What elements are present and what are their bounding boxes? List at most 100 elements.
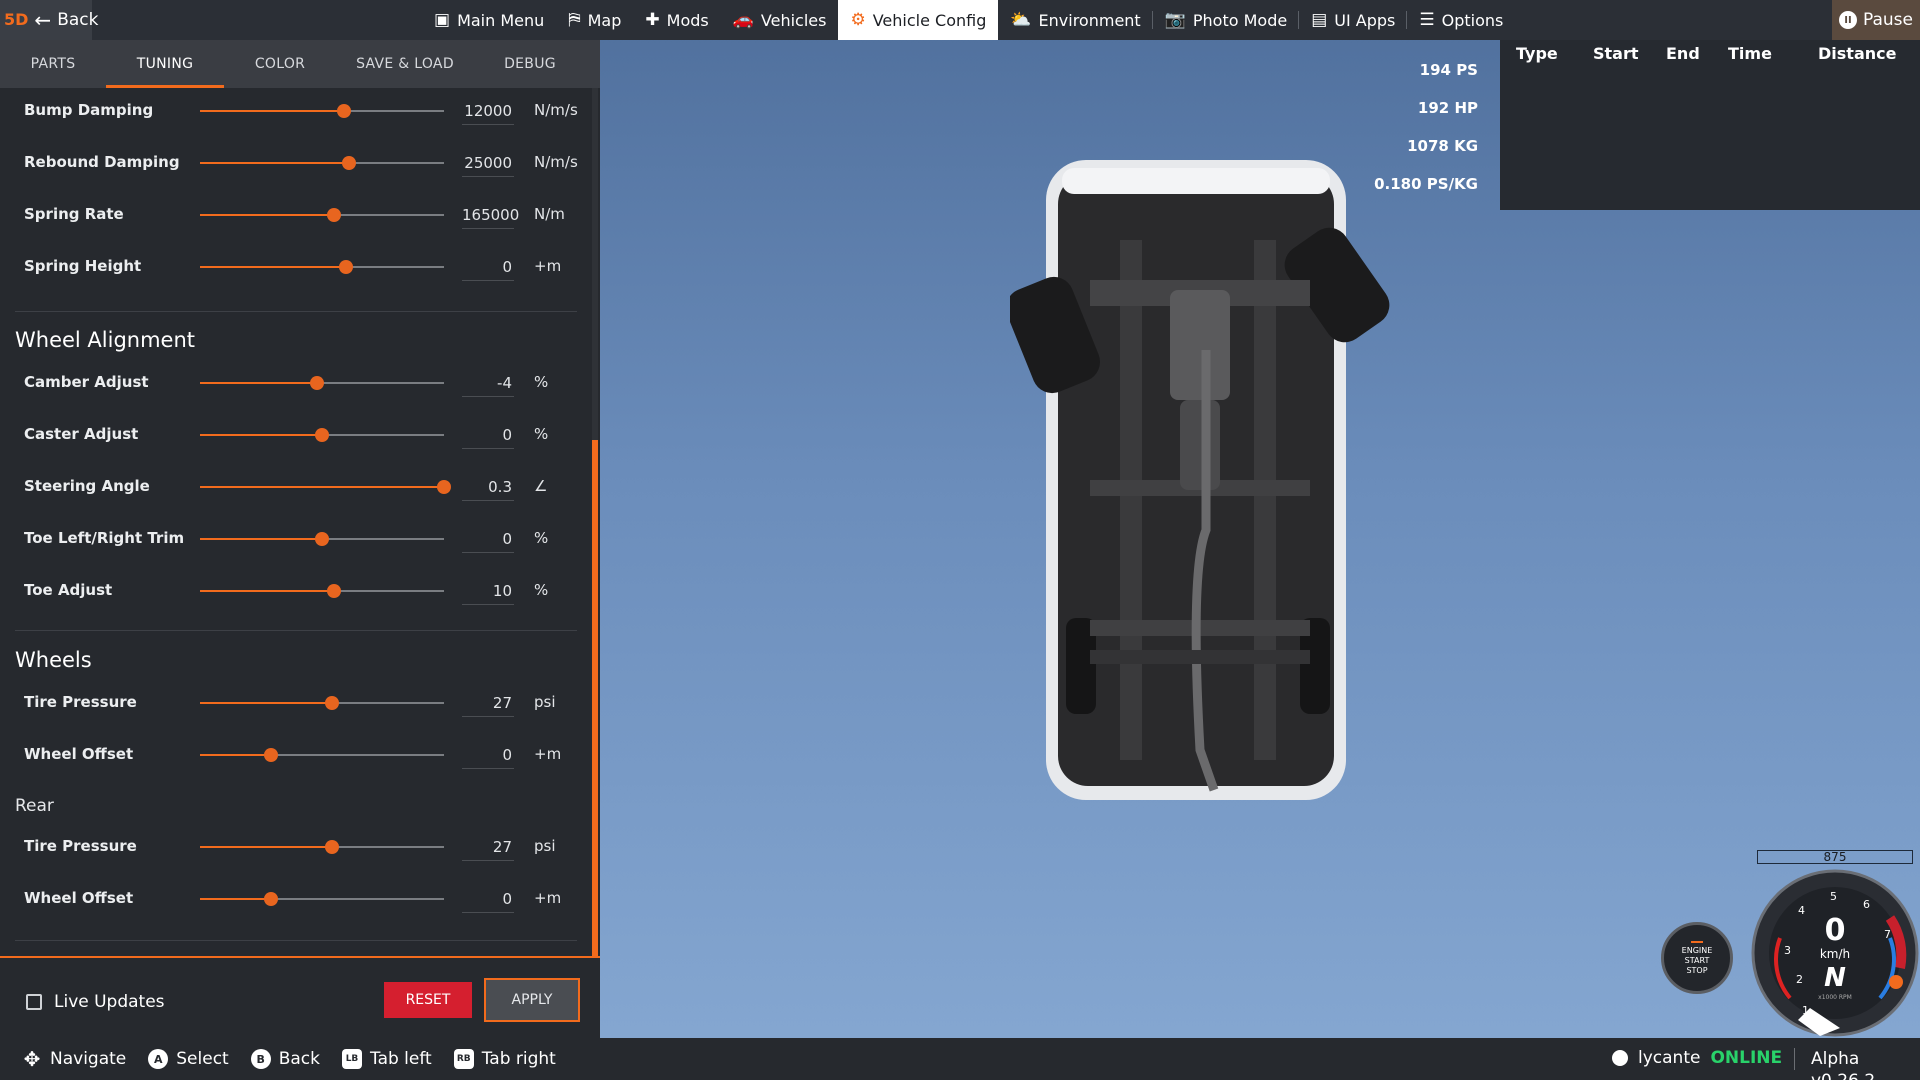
menu-map[interactable]: ⛿ Map <box>556 0 633 40</box>
pause-label: Pause <box>1863 10 1913 30</box>
slider-value-input[interactable]: 27 <box>462 833 514 861</box>
menu-environment[interactable]: ⛅ Environment <box>998 0 1154 40</box>
slider-value-input[interactable]: -4 <box>462 369 514 397</box>
reset-button[interactable]: RESET <box>384 982 472 1018</box>
hint-tab-left: LB Tab left <box>342 1049 432 1069</box>
slider-fill <box>200 702 332 704</box>
start-stop-text: STOP <box>1686 965 1708 975</box>
slider-handle[interactable] <box>336 104 351 118</box>
menu-label: Map <box>587 10 622 30</box>
slider-label: Rebound Damping <box>24 153 180 171</box>
slider-row: Spring Rate 165000 N/m <box>0 195 590 235</box>
col-end: End <box>1666 44 1700 63</box>
col-type: Type <box>1516 44 1558 63</box>
slider-value-input[interactable]: 0.3 <box>462 473 514 501</box>
slider-handle[interactable] <box>310 376 325 390</box>
gauge-tick: 2 <box>1796 973 1803 986</box>
slider-value-input[interactable]: 10 <box>462 577 514 605</box>
slider-label: Spring Rate <box>24 205 124 223</box>
slider-unit: +m <box>534 889 562 907</box>
slider-handle[interactable] <box>341 156 356 170</box>
slider-value-input[interactable]: 0 <box>462 885 514 913</box>
hint-back: B Back <box>250 1049 320 1069</box>
slider-track[interactable] <box>200 584 444 598</box>
menu-options[interactable]: ☰ Options <box>1407 0 1515 40</box>
slider-fill <box>200 434 322 436</box>
menu-photo-mode[interactable]: 📷 Photo Mode <box>1153 0 1300 40</box>
menu-vehicles[interactable]: 🚗 Vehicles <box>721 0 839 40</box>
menu-label: Vehicle Config <box>872 10 987 30</box>
menu-ui-apps[interactable]: ▤ UI Apps <box>1299 0 1408 40</box>
menu-mods[interactable]: ✚ Mods <box>633 0 720 40</box>
slider-track[interactable] <box>200 480 451 494</box>
slider-handle[interactable] <box>315 532 329 546</box>
hint-tab-right: RB Tab right <box>453 1049 556 1069</box>
stat-weight: 1078 KG <box>1407 137 1478 155</box>
slider-handle[interactable] <box>327 208 342 222</box>
hint-select: A Select <box>148 1049 229 1069</box>
hint-label: Back <box>278 1049 320 1069</box>
slider-handle[interactable] <box>327 584 342 598</box>
apply-button[interactable]: APPLY <box>484 978 580 1022</box>
slider-value-input[interactable]: 165000 <box>462 201 519 229</box>
slider-track[interactable] <box>200 840 444 854</box>
slider-track[interactable] <box>200 156 444 170</box>
slider-value-input[interactable]: 0 <box>462 253 514 281</box>
slider-handle[interactable] <box>315 428 329 442</box>
slider-fill <box>200 538 322 540</box>
slider-value-input[interactable]: 25000 <box>462 149 514 177</box>
lb-button-icon: LB <box>342 1049 362 1069</box>
slider-handle[interactable] <box>339 260 354 274</box>
slider-track[interactable] <box>200 532 444 546</box>
slider-fill <box>200 898 271 900</box>
slider-label: Caster Adjust <box>24 425 139 443</box>
slider-track[interactable] <box>200 892 444 906</box>
parking-brake-icon <box>1889 975 1903 989</box>
dpad-icon: ✥ <box>23 1047 41 1071</box>
slider-value-input[interactable]: 0 <box>462 741 514 769</box>
slider-value-input[interactable]: 0 <box>462 525 514 553</box>
slider-unit: % <box>534 373 549 391</box>
slider-handle[interactable] <box>324 840 339 854</box>
rpm-readout: 875 <box>1757 850 1913 864</box>
rpm-scale-label: x1000 RPM <box>1818 994 1852 1001</box>
live-updates-toggle[interactable]: Live Updates <box>26 992 165 1012</box>
tab-save-load[interactable]: SAVE & LOAD <box>336 40 474 88</box>
tab-debug[interactable]: DEBUG <box>474 40 586 88</box>
slider-handle[interactable] <box>263 892 278 906</box>
slider-handle[interactable] <box>324 696 339 710</box>
map-icon: ⛿ <box>568 10 581 30</box>
vehicle-stats: 194 PS 192 HP 1078 KG 0.180 PS/KG <box>1374 58 1478 210</box>
menu-main-menu[interactable]: ▣ Main Menu <box>422 0 556 40</box>
back-button[interactable]: 5D ← Back <box>0 0 98 40</box>
slider-track[interactable] <box>200 104 444 118</box>
slider-track[interactable] <box>200 428 444 442</box>
tab-parts[interactable]: PARTS <box>0 40 106 88</box>
live-updates-checkbox[interactable] <box>26 994 42 1010</box>
menu-vehicle-config[interactable]: ⚙ Vehicle Config <box>838 0 999 40</box>
slider-value-input[interactable]: 0 <box>462 421 514 449</box>
slider-track[interactable] <box>200 696 444 710</box>
gauge-tick: 6 <box>1863 898 1870 911</box>
slider-track[interactable] <box>200 376 444 390</box>
slider-handle[interactable] <box>437 480 451 494</box>
slider-track[interactable] <box>200 748 444 762</box>
slider-track[interactable] <box>200 260 444 274</box>
scrollbar-thumb[interactable] <box>592 440 598 996</box>
speed-value: 0 <box>1825 913 1846 948</box>
tab-color[interactable]: COLOR <box>224 40 336 88</box>
col-start: Start <box>1593 44 1639 63</box>
slider-value-input[interactable]: 27 <box>462 689 514 717</box>
slider-handle[interactable] <box>263 748 278 762</box>
rb-button-icon: RB <box>453 1049 474 1069</box>
section-wheels: Wheels <box>15 648 92 672</box>
tab-tuning[interactable]: TUNING <box>106 40 224 88</box>
slider-track[interactable] <box>200 208 444 222</box>
car-icon: 🚗 <box>732 10 754 30</box>
divider <box>15 311 577 312</box>
slider-value-input[interactable]: 12000 <box>462 97 514 125</box>
slider-fill <box>200 382 318 384</box>
engine-start-stop-button[interactable]: ENGINE START STOP <box>1661 922 1733 994</box>
user-status[interactable]: lycante ONLINE <box>1612 1048 1782 1068</box>
pause-button[interactable]: II Pause <box>1832 0 1920 40</box>
